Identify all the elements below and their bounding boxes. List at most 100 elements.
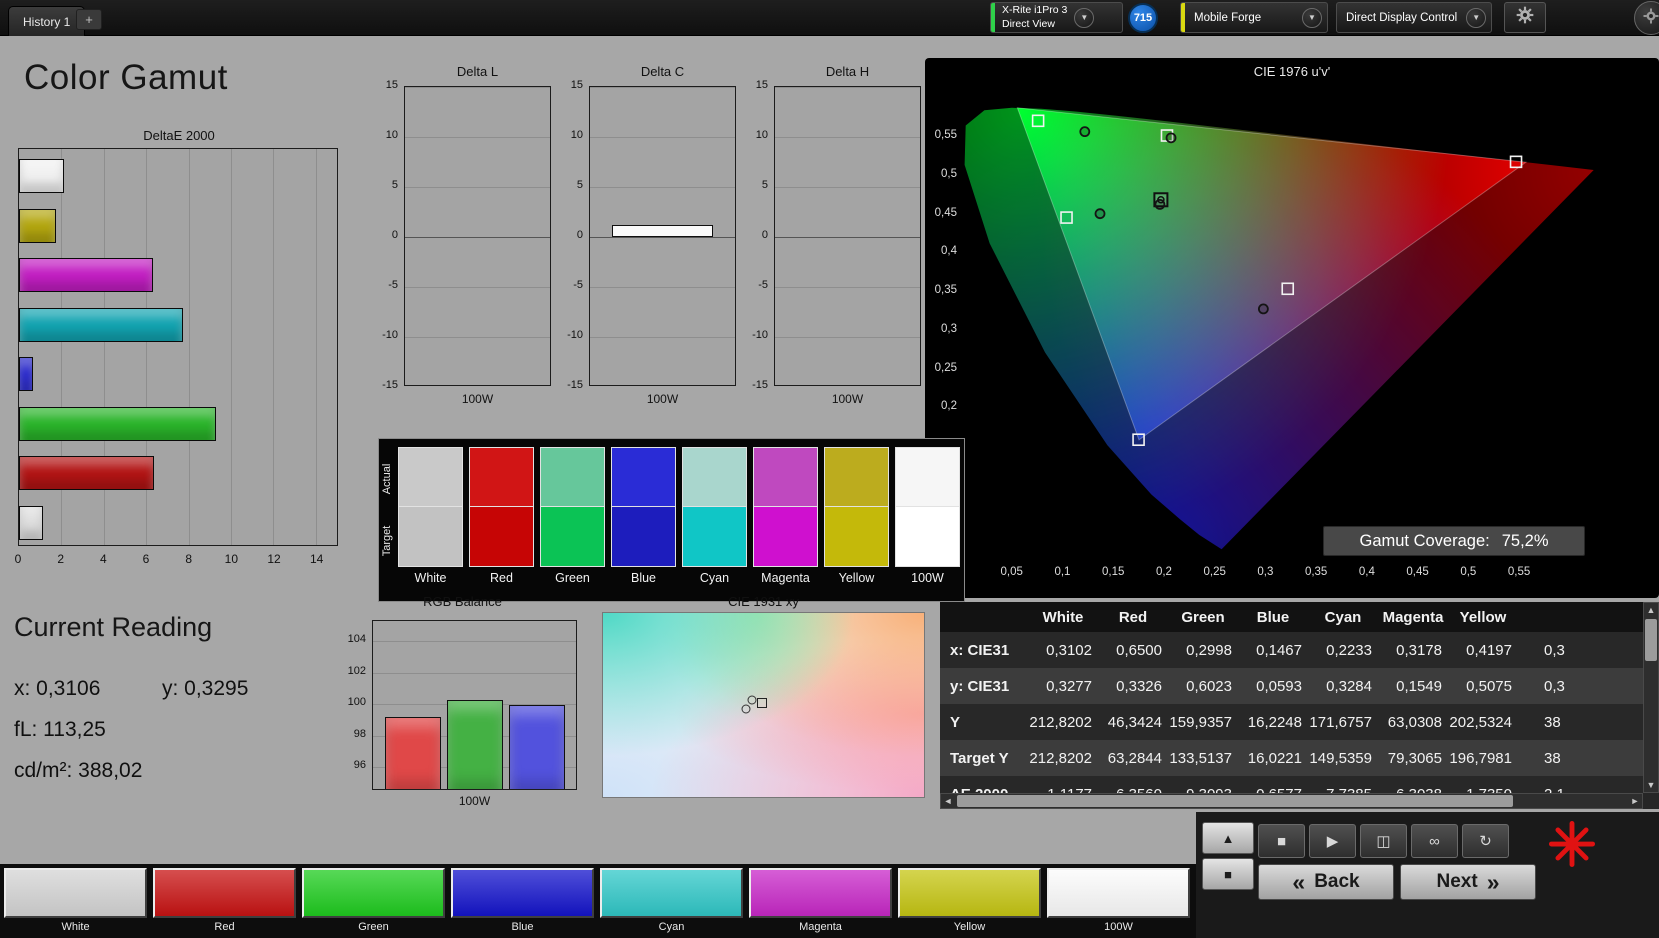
measured-marker-white: [1154, 199, 1166, 210]
measurement-table: White Red Green Blue Cyan Magenta Yellow x: CIE…: [940, 602, 1659, 809]
meter-selector[interactable]: X-Rite i1Pro 3 Direct View ▼: [990, 2, 1123, 33]
vertical-scroll-thumb[interactable]: [1645, 619, 1657, 661]
swatch-column-blue: Blue: [611, 447, 676, 585]
delta-axis-label: -10: [752, 329, 768, 341]
delta-gridline: [405, 337, 550, 338]
back-button[interactable]: « Back: [1258, 864, 1394, 900]
table-cell: 63,2844: [1107, 749, 1162, 767]
next-button[interactable]: Next »: [1400, 864, 1536, 900]
delta-c-chart: Delta C 15 10 5 0 -5 -10 -15 100W: [563, 64, 738, 409]
patch-color: [1047, 868, 1190, 918]
column-header-green: Green: [1181, 608, 1225, 626]
scroll-down-button[interactable]: ▼: [1644, 778, 1658, 792]
transport-pattern-size-button[interactable]: ◫: [1360, 824, 1407, 858]
swatch-label: Cyan: [699, 571, 730, 585]
scroll-right-button[interactable]: ►: [1628, 794, 1642, 808]
profile-button[interactable]: [1634, 1, 1659, 35]
chevron-up-icon: ▲: [1221, 830, 1235, 846]
table-cell: 79,3065: [1387, 749, 1442, 767]
patch-color: [898, 868, 1041, 918]
delta-axis-label: 0: [576, 229, 583, 241]
swatch-column-100w: 100W: [895, 447, 960, 585]
target-swatch: [895, 507, 960, 567]
scroll-up-button[interactable]: ▲: [1644, 603, 1658, 617]
transport-stop-button[interactable]: ■: [1258, 824, 1305, 858]
deltae-gridline: [273, 149, 275, 545]
deltae-axis-label: 4: [99, 552, 107, 566]
transport-play-button[interactable]: ▶: [1309, 824, 1356, 858]
pattern-window-button[interactable]: ■: [1202, 858, 1254, 890]
delta-category-label: 100W: [646, 392, 679, 406]
test-patch-red[interactable]: Red: [153, 868, 296, 936]
test-patch-blue[interactable]: Blue: [451, 868, 594, 936]
table-cell: 0,3277: [1046, 677, 1092, 695]
test-patch-cyan[interactable]: Cyan: [600, 868, 743, 936]
rgb-balance-title: RGB Balance: [423, 594, 502, 609]
transport-loop-button[interactable]: ∞: [1411, 824, 1458, 858]
horizontal-scroll-thumb[interactable]: [957, 795, 1513, 807]
test-patch-white[interactable]: White: [4, 868, 147, 936]
display-dropdown-button[interactable]: ▼: [1466, 7, 1487, 28]
autocal-button[interactable]: [1542, 816, 1602, 876]
test-patch-100w[interactable]: 100W: [1047, 868, 1190, 936]
source-dropdown-button[interactable]: ▼: [1302, 7, 1322, 28]
delta-axis-label: -5: [388, 279, 398, 291]
column-header-magenta: Magenta: [1382, 608, 1444, 626]
patch-label: Green: [358, 921, 389, 933]
table-cell: 0,5075: [1466, 677, 1512, 695]
cie-x-tick-label: 0,45: [1406, 566, 1429, 578]
actual-swatch: [753, 447, 818, 507]
cie-y-tick-label: 0,25: [934, 361, 957, 374]
table-cell-partial: 38: [1544, 749, 1561, 767]
settings-button[interactable]: [1504, 2, 1546, 33]
swatch-label: White: [414, 571, 447, 585]
actual-target-swatch-strip: Actual Target White Red Green Blue Cyan Magen…: [378, 438, 965, 602]
swatch-column-red: Red: [469, 447, 534, 585]
transport-refresh-button[interactable]: ↻: [1462, 824, 1509, 858]
swatch-column-green: Green: [540, 447, 605, 585]
table-cell: 16,2248: [1247, 713, 1302, 731]
badge-715[interactable]: 715: [1128, 3, 1158, 33]
cie-y-tick-label: 0,5: [941, 168, 957, 180]
target-swatch: [682, 507, 747, 567]
tab-history-1[interactable]: History 1: [8, 6, 86, 36]
delta-chart-title: Delta L: [456, 64, 499, 79]
delta-axis-label: 10: [570, 129, 583, 141]
square-icon: ■: [1224, 866, 1232, 882]
current-reading-title: Current Reading: [14, 612, 213, 642]
delta-axis-label: 0: [391, 229, 398, 241]
actual-swatch: [540, 447, 605, 507]
delta-bar: [611, 225, 714, 237]
patch-label: Magenta: [799, 921, 842, 933]
test-patch-magenta[interactable]: Magenta: [749, 868, 892, 936]
table-cell: 7,7385: [1308, 776, 1378, 794]
row-label: Target Y: [950, 749, 1009, 767]
display-control-name: Direct Display Control: [1346, 11, 1458, 24]
swatch-column-cyan: Cyan: [682, 447, 747, 585]
delta-axis-label: 10: [755, 129, 768, 141]
cie-1931-chart: CIE 1931 xy: [602, 594, 925, 800]
patch-color: [600, 868, 743, 918]
deltae-axis-label: 12: [267, 552, 281, 566]
cie-1976-title: CIE 1976 u'v': [1253, 64, 1331, 79]
delta-chart-title: Delta H: [825, 64, 870, 79]
cie-x-tick-label: 0,1: [1054, 566, 1071, 578]
scroll-left-button[interactable]: ◄: [941, 794, 955, 808]
meter-dropdown-button[interactable]: ▼: [1074, 7, 1095, 28]
reading-x: x: 0,3106: [14, 677, 101, 700]
display-control-selector[interactable]: Direct Display Control ▼: [1336, 2, 1492, 33]
delta-axis-label: -15: [752, 379, 768, 391]
test-patch-yellow[interactable]: Yellow: [898, 868, 1041, 936]
source-selector[interactable]: Mobile Forge ▼: [1180, 2, 1328, 33]
deltae-bar-cyan: [19, 307, 184, 342]
horizontal-scrollbar[interactable]: ◄ ►: [940, 793, 1643, 809]
test-patch-green[interactable]: Green: [302, 868, 445, 936]
delta-gridline: [405, 137, 550, 138]
add-tab-button[interactable]: +: [76, 9, 102, 30]
vertical-scrollbar[interactable]: ▲ ▼: [1643, 602, 1659, 793]
rgb-gridline: [373, 672, 576, 674]
reading-y: y: 0,3295: [162, 677, 249, 700]
cie31-measured-marker: [741, 704, 751, 714]
expand-up-button[interactable]: ▲: [1202, 822, 1254, 854]
transport-buttons: ■ ▶ ◫ ∞ ↻: [1258, 824, 1509, 858]
